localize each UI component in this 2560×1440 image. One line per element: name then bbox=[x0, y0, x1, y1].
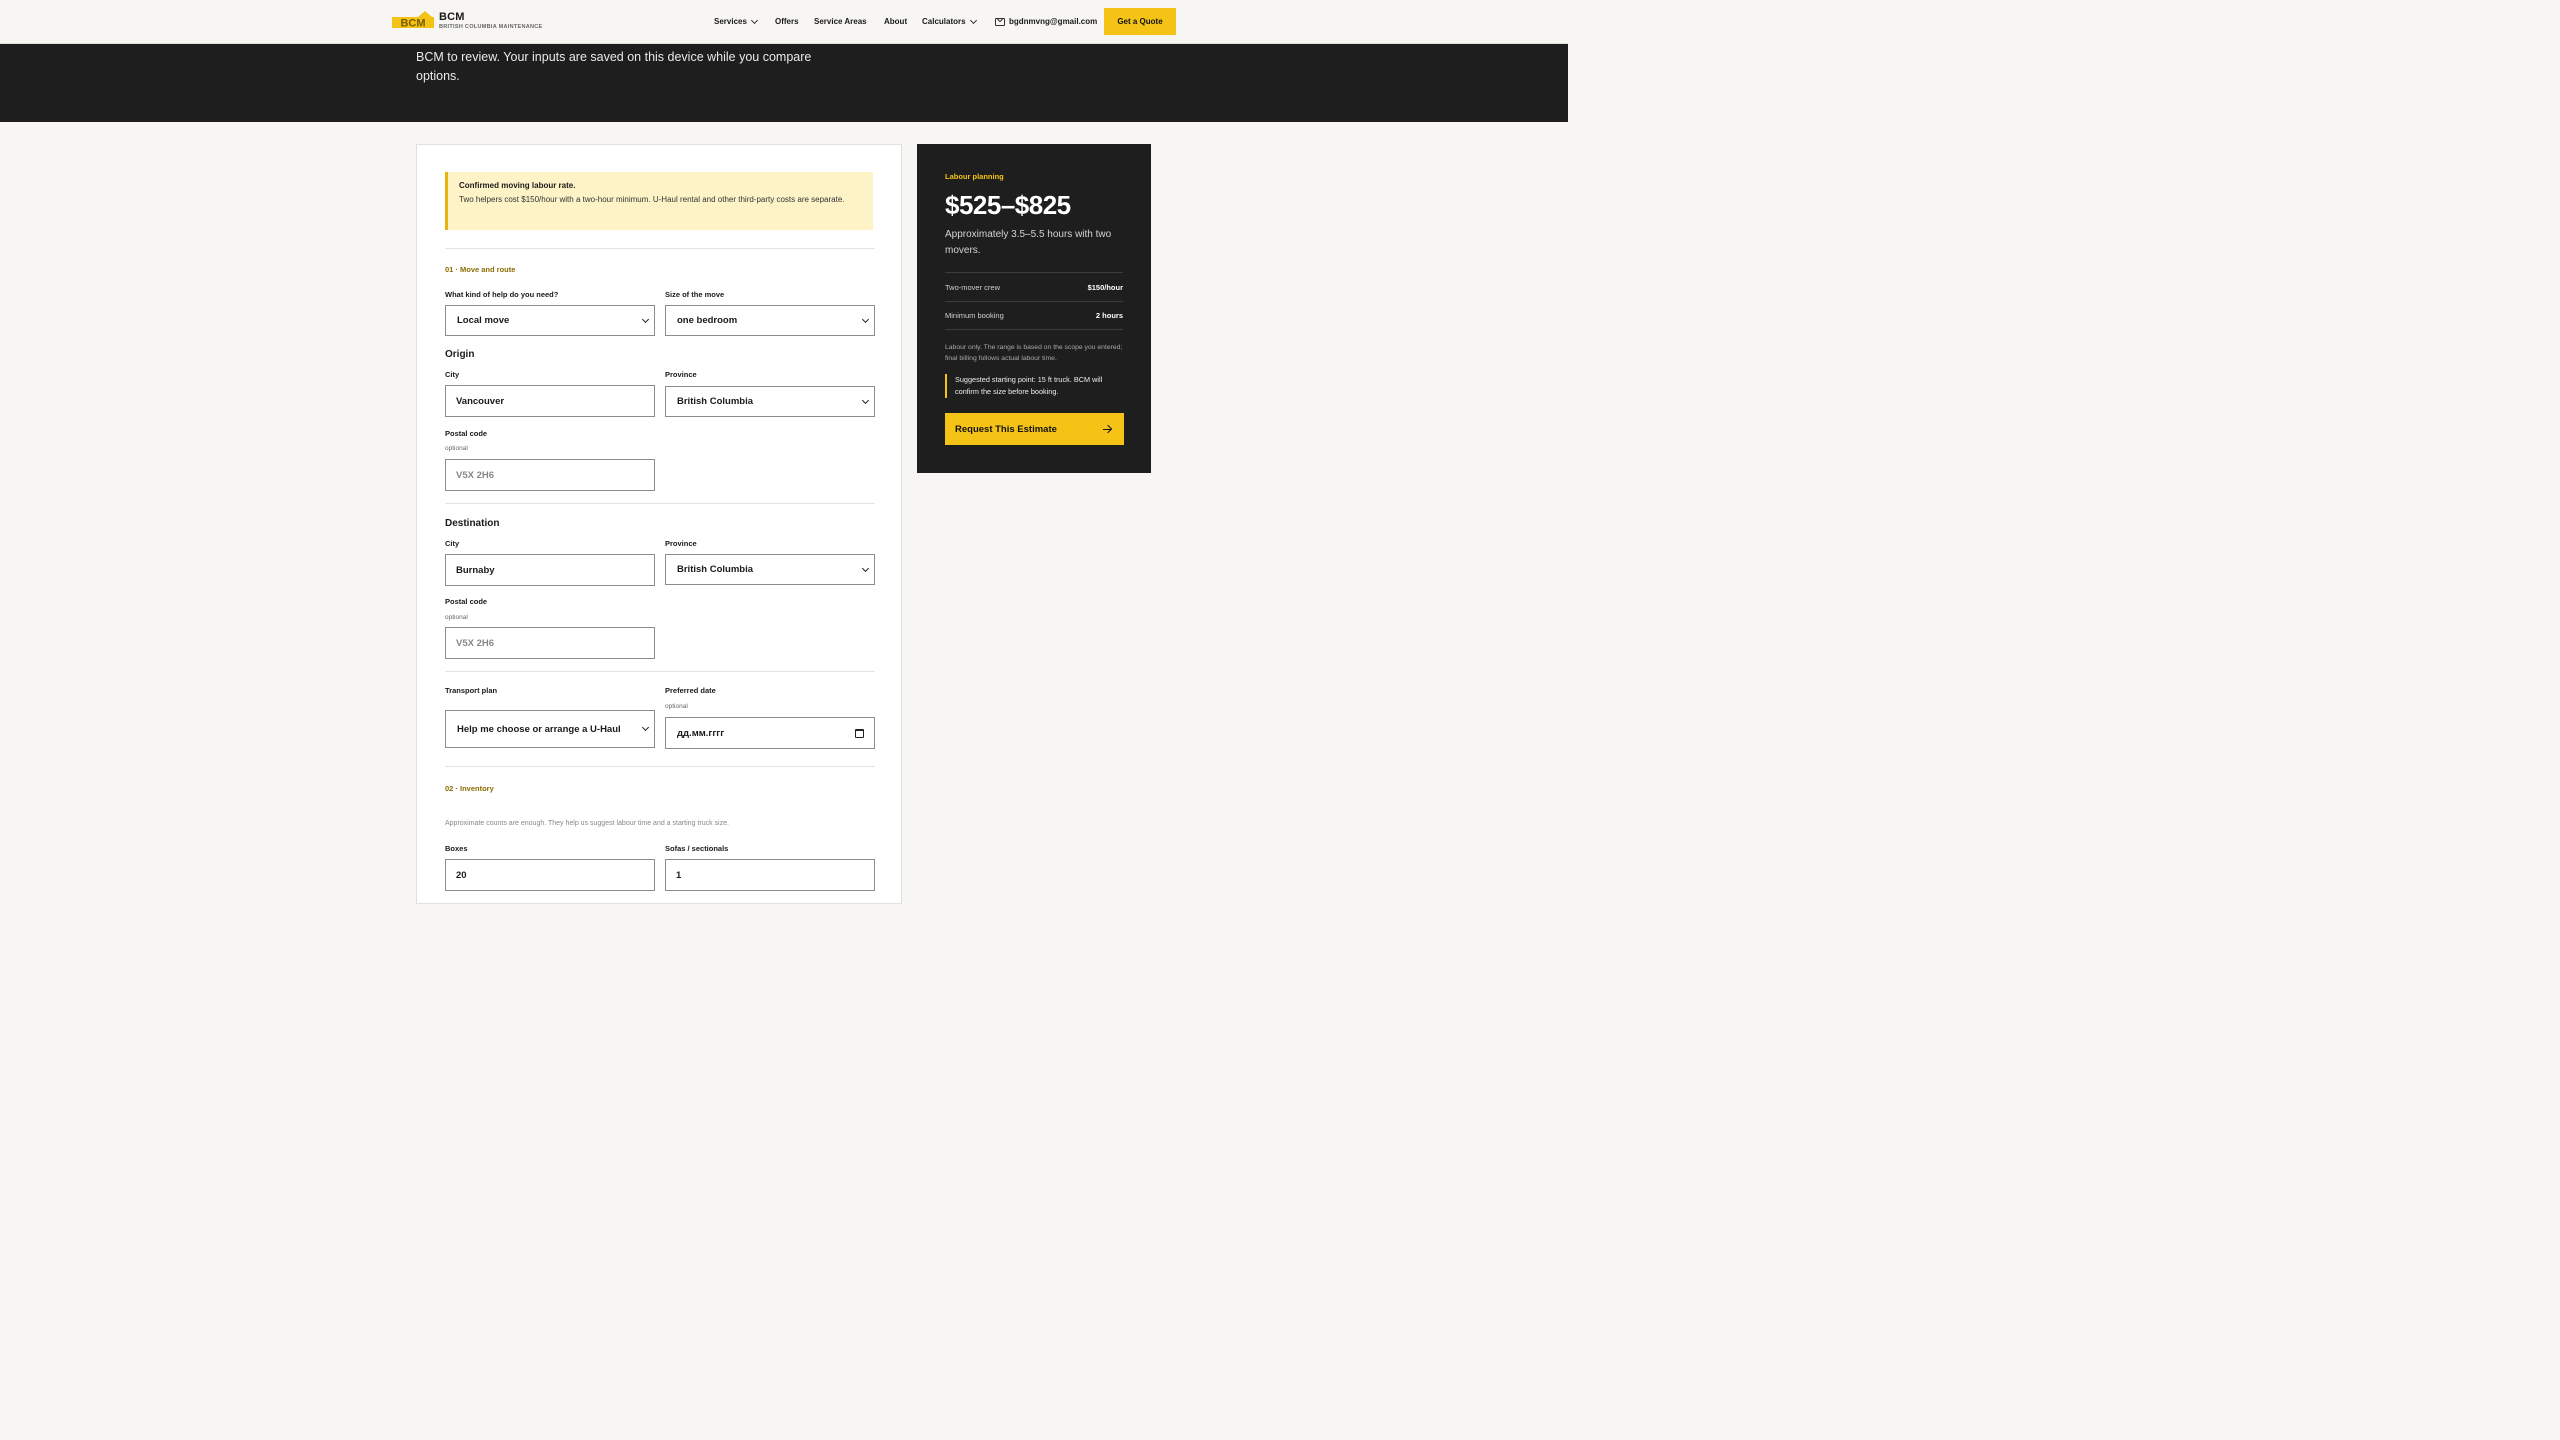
origin-province-select[interactable]: British Columbia bbox=[665, 386, 875, 417]
move-size-label: Size of the move bbox=[665, 290, 725, 299]
summary-row: Minimum booking 2 hours bbox=[945, 301, 1123, 330]
origin-postal-label: Postal code bbox=[445, 429, 488, 438]
nav-offers[interactable]: Offers bbox=[775, 17, 799, 26]
chevron-down-icon bbox=[641, 315, 650, 323]
destination-province-value: British Columbia bbox=[677, 564, 754, 575]
truck-suggestion: Suggested starting point: 15 ft truck. B… bbox=[945, 374, 1123, 398]
brand-subtitle: BRITISH COLUMBIA MAINTENANCE bbox=[439, 23, 543, 30]
summary-row-value: 2 hours bbox=[1095, 311, 1123, 320]
summary-row-key: Minimum booking bbox=[945, 311, 1004, 320]
estimate-summary: Labour planning $525–$825 Approximately … bbox=[917, 144, 1151, 473]
origin-postal-input[interactable]: V5X 2H6 bbox=[445, 459, 655, 491]
section-move-route-label: 01 · Move and route bbox=[445, 265, 516, 274]
brand-logo[interactable]: BCM BCM BRITISH COLUMBIA MAINTENANCE bbox=[392, 11, 543, 31]
help-type-label: What kind of help do you need? bbox=[445, 290, 559, 299]
destination-postal-label: Postal code bbox=[445, 597, 488, 606]
nav-calculators[interactable]: Calculators bbox=[922, 16, 977, 26]
chevron-down-icon bbox=[750, 16, 758, 24]
brand-name: BCM bbox=[439, 10, 465, 23]
chevron-down-icon bbox=[641, 723, 650, 732]
chevron-down-icon bbox=[861, 564, 870, 572]
chevron-down-icon bbox=[969, 16, 977, 24]
boxes-input[interactable]: 20 bbox=[445, 859, 655, 891]
notice-body: Two helpers cost $150/hour with a two-ho… bbox=[459, 195, 845, 204]
nav-email-link[interactable]: bgdnmvng@gmail.com bbox=[995, 17, 1097, 26]
site-header: BCM BCM BRITISH COLUMBIA MAINTENANCE Ser… bbox=[0, 0, 1568, 44]
nav-calculators-label: Calculators bbox=[922, 17, 966, 26]
move-size-select[interactable]: one bedroom bbox=[665, 305, 875, 336]
boxes-value: 20 bbox=[456, 869, 467, 881]
notice-title: Confirmed moving labour rate. bbox=[459, 181, 576, 190]
destination-province-select[interactable]: British Columbia bbox=[665, 554, 875, 585]
origin-postal-hint: optional bbox=[445, 445, 468, 452]
nav-service-areas-label: Service Areas bbox=[814, 17, 867, 26]
chevron-down-icon bbox=[861, 396, 870, 404]
hero-banner: BCM to review. Your inputs are saved on … bbox=[0, 44, 1568, 122]
preferred-date-input[interactable]: дд.мм.гггг bbox=[665, 717, 875, 749]
summary-row-value: $150/hour bbox=[1087, 282, 1123, 292]
bcm-logo-icon: BCM bbox=[392, 11, 434, 31]
hero-text: BCM to review. Your inputs are saved on … bbox=[416, 50, 812, 83]
divider bbox=[445, 503, 875, 504]
nav-about[interactable]: About bbox=[884, 17, 907, 26]
nav-offers-label: Offers bbox=[775, 17, 799, 26]
origin-city-input[interactable]: Vancouver bbox=[445, 385, 655, 417]
chevron-down-icon bbox=[861, 315, 870, 323]
help-type-select[interactable]: Local move bbox=[445, 305, 655, 336]
section-inventory-label: 02 · Inventory bbox=[445, 784, 494, 793]
summary-kicker: Labour planning bbox=[945, 172, 1004, 181]
nav-services[interactable]: Services bbox=[714, 16, 758, 26]
destination-city-label: City bbox=[445, 539, 460, 548]
inventory-description: Approximate counts are enough. They help… bbox=[445, 820, 729, 827]
destination-postal-input[interactable]: V5X 2H6 bbox=[445, 627, 655, 659]
svg-text:BCM: BCM bbox=[400, 18, 425, 30]
estimate-description: Approximately 3.5–5.5 hours with two mov… bbox=[945, 229, 1112, 256]
preferred-date-hint: optional bbox=[665, 703, 688, 710]
preferred-date-value: дд.мм.гггг bbox=[677, 727, 725, 739]
move-size-value: one bedroom bbox=[677, 315, 738, 326]
nav-about-label: About bbox=[884, 17, 908, 26]
preferred-date-label: Preferred date bbox=[665, 686, 716, 695]
sofas-value: 1 bbox=[676, 869, 682, 881]
mail-icon bbox=[995, 17, 1005, 26]
destination-postal-placeholder: V5X 2H6 bbox=[456, 637, 495, 649]
transport-plan-select[interactable]: Help me choose or arrange a U-Haul bbox=[445, 710, 655, 748]
origin-province-value: British Columbia bbox=[677, 396, 754, 407]
origin-postal-placeholder: V5X 2H6 bbox=[456, 469, 495, 481]
get-quote-button[interactable]: Get a Quote bbox=[1104, 8, 1176, 35]
help-type-value: Local move bbox=[457, 315, 510, 326]
summary-note: Labour only. The range is based on the s… bbox=[945, 344, 1123, 362]
calendar-icon[interactable] bbox=[855, 728, 864, 738]
sofas-input[interactable]: 1 bbox=[665, 859, 875, 891]
divider bbox=[445, 248, 875, 249]
destination-province-label: Province bbox=[665, 539, 697, 548]
nav-email-label: bgdnmvng@gmail.com bbox=[1009, 17, 1098, 26]
destination-title: Destination bbox=[445, 518, 500, 529]
origin-title: Origin bbox=[445, 349, 475, 360]
estimate-form: Confirmed moving labour rate. Two helper… bbox=[416, 144, 902, 904]
sofas-label: Sofas / sectionals bbox=[665, 844, 729, 853]
origin-province-label: Province bbox=[665, 370, 697, 379]
divider bbox=[445, 766, 875, 767]
boxes-label: Boxes bbox=[445, 844, 468, 853]
request-estimate-button[interactable]: Request This Estimate bbox=[945, 413, 1124, 445]
destination-postal-hint: optional bbox=[445, 614, 468, 621]
rate-notice: Confirmed moving labour rate. Two helper… bbox=[445, 172, 873, 230]
transport-plan-label: Transport plan bbox=[445, 686, 498, 695]
origin-city-label: City bbox=[445, 370, 460, 379]
nav-service-areas[interactable]: Service Areas bbox=[814, 17, 867, 26]
summary-row-key: Two-mover crew bbox=[945, 282, 1001, 292]
destination-city-input[interactable]: Burnaby bbox=[445, 554, 655, 586]
divider bbox=[445, 671, 875, 672]
nav-services-label: Services bbox=[714, 17, 747, 26]
destination-city-value: Burnaby bbox=[456, 564, 495, 576]
transport-plan-value: Help me choose or arrange a U-Haul bbox=[457, 723, 621, 735]
origin-city-value: Vancouver bbox=[456, 395, 505, 407]
arrow-right-icon bbox=[1103, 425, 1112, 433]
summary-row: Two-mover crew $150/hour bbox=[945, 272, 1123, 301]
request-estimate-label: Request This Estimate bbox=[955, 423, 1057, 435]
estimate-price: $525–$825 bbox=[945, 190, 1071, 220]
